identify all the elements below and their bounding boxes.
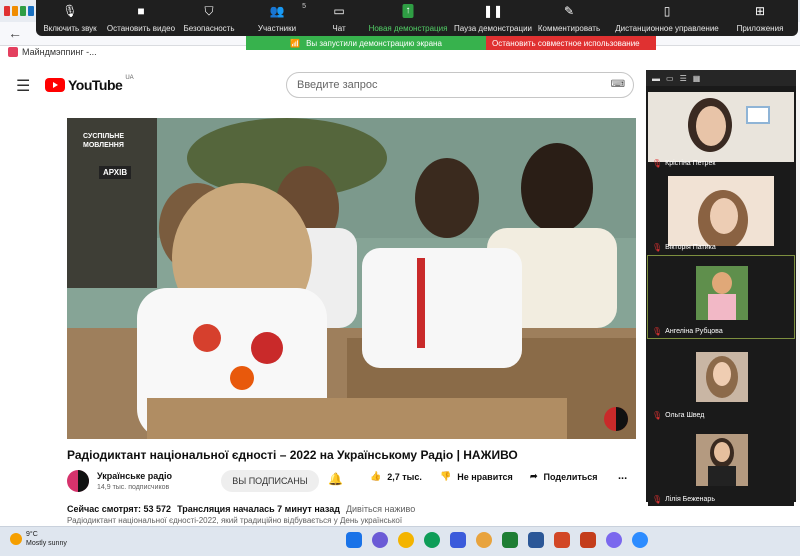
annotate-button[interactable]: ✎ Комментировать xyxy=(534,0,604,36)
apps-icon: ⊞ xyxy=(754,4,766,18)
participant-video xyxy=(696,434,748,486)
instagram-icon xyxy=(8,47,18,57)
mic-muted-icon: 🎙 xyxy=(652,243,663,252)
channel-name[interactable]: Українське радіо xyxy=(97,471,172,481)
pause-icon: ❚❚ xyxy=(482,4,504,18)
mic-muted-icon: 🎙 xyxy=(652,159,663,168)
video-player[interactable]: СУСПІЛЬНЕ МОВЛЕННЯ АРХІВ xyxy=(67,118,636,439)
pause-share-button[interactable]: ❚❚ Пауза демонстрации xyxy=(452,0,534,36)
like-button[interactable]: 👍 2,7 тыс. xyxy=(370,471,422,482)
acrobat-icon[interactable] xyxy=(554,532,570,548)
apps-button[interactable]: ⊞ Приложения xyxy=(730,0,790,36)
participant-tile[interactable]: 🎙 Ольга Швед xyxy=(648,340,794,422)
people-icon: 👥 xyxy=(269,4,285,18)
mic-muted-icon: 🎙 xyxy=(652,327,663,336)
back-arrow-icon[interactable]: ← xyxy=(8,25,22,41)
zoom-meeting-toolbar: 🎙 Включить звук ■ Остановить видео ⛉ Без… xyxy=(36,0,798,36)
chat-icon: ▭ xyxy=(333,4,345,18)
windows-start-icon[interactable] xyxy=(346,532,362,548)
participant-tile[interactable]: 🎙 Вікторія Патика xyxy=(648,172,794,254)
share-arrow-icon: ➦ xyxy=(530,471,538,481)
weather-widget[interactable]: 9°C Mostly sunny xyxy=(10,530,67,548)
store-icon[interactable] xyxy=(450,532,466,548)
security-button[interactable]: ⛉ Безопасность xyxy=(178,0,240,36)
broadcaster-logo: СУСПІЛЬНЕ МОВЛЕННЯ xyxy=(83,133,125,149)
word-icon[interactable] xyxy=(528,532,544,548)
shield-icon: ⛉ xyxy=(204,4,214,18)
video-frame xyxy=(67,118,636,439)
thumbs-up-icon: 👍 xyxy=(370,471,382,481)
mic-off-icon: 🎙 xyxy=(62,4,78,18)
signal-icon: 📶 xyxy=(290,38,301,48)
channel-avatar[interactable] xyxy=(67,470,89,492)
participants-gallery: ▬ ▭ ☰ ▦ 🎙 Крістіна Петрек 🎙 Вікторія Патик… xyxy=(646,70,796,506)
remote-control-button[interactable]: ▯ Дистанционное управление xyxy=(604,0,730,36)
chrome-icon[interactable] xyxy=(398,532,414,548)
bookmark-item[interactable]: Майндмэппинг -... xyxy=(8,47,97,57)
strip-view-icon[interactable]: ☰ xyxy=(680,74,687,83)
participant-tile[interactable]: 🎙 Ангеліна Рубцова xyxy=(647,255,795,339)
subscribed-button[interactable]: ВЫ ПОДПИСАНЫ xyxy=(221,470,319,492)
unmute-button[interactable]: 🎙 Включить звук xyxy=(36,0,104,36)
tab-favicon[interactable] xyxy=(28,6,34,16)
participant-video xyxy=(696,352,748,402)
participant-video xyxy=(696,266,748,320)
powerpoint-icon[interactable] xyxy=(580,532,596,548)
mic-muted-icon: 🎙 xyxy=(652,495,663,504)
subscriber-count: 14,9 тыс. подписчиков xyxy=(97,484,170,491)
video-description[interactable]: Радіодиктант національної єдності-2022, … xyxy=(67,516,402,525)
channel-watermark xyxy=(604,407,628,431)
app-icon[interactable] xyxy=(606,532,622,548)
video-title: Радіодиктант національної єдності – 2022… xyxy=(67,448,518,462)
background-page-edge xyxy=(796,100,800,500)
search-input[interactable]: Введите запрос ⌨ xyxy=(286,72,634,98)
keyboard-icon[interactable]: ⌨ xyxy=(611,79,625,90)
sun-icon xyxy=(10,533,22,545)
minimize-icon[interactable]: ▬ xyxy=(652,74,660,83)
tab-favicon[interactable] xyxy=(12,6,18,16)
pen-icon: ✎ xyxy=(563,4,575,18)
speaker-view-icon[interactable]: ▭ xyxy=(666,74,674,83)
chat-button[interactable]: ▭ Чат xyxy=(314,0,364,36)
thumbs-down-icon: 👎 xyxy=(440,471,452,481)
share-button[interactable]: ➦ Поделиться xyxy=(530,471,598,482)
sharing-status-bar: 📶 Вы запустили демонстрацию экрана xyxy=(246,36,486,50)
chrome-icon[interactable] xyxy=(476,532,492,548)
edge-icon[interactable] xyxy=(424,532,440,548)
participants-button[interactable]: 👥 5 Участники xyxy=(240,0,314,36)
more-options-button[interactable]: ... xyxy=(618,470,627,482)
stop-share-button[interactable]: Остановить совместное использование xyxy=(486,36,656,50)
participant-video xyxy=(648,92,794,162)
youtube-play-icon xyxy=(45,78,65,92)
bell-icon[interactable]: 🔔 xyxy=(328,472,343,486)
mouse-icon: ▯ xyxy=(663,4,671,18)
new-share-button[interactable]: ↑ Новая демонстрация xyxy=(364,0,452,36)
video-camera-icon: ■ xyxy=(137,4,145,18)
participant-video xyxy=(668,176,774,246)
share-screen-icon: ↑ xyxy=(402,4,414,18)
archive-badge: АРХІВ xyxy=(99,166,132,179)
stop-video-button[interactable]: ■ Остановить видео xyxy=(104,0,178,36)
video-stats: Сейчас смотрят: 53 572 Трансляция начала… xyxy=(67,504,416,514)
tab-favicon[interactable] xyxy=(20,6,26,16)
participant-tile[interactable]: 🎙 Крістіна Петрек xyxy=(648,88,794,170)
hamburger-menu-icon[interactable]: ☰ xyxy=(16,76,30,96)
excel-icon[interactable] xyxy=(502,532,518,548)
dislike-button[interactable]: 👎 Не нравится xyxy=(440,471,513,482)
zoom-icon[interactable] xyxy=(632,532,648,548)
tab-favicon[interactable] xyxy=(4,6,10,16)
participant-tile[interactable]: 🎙 Лілія Беженарь xyxy=(648,424,794,506)
chat-app-icon[interactable] xyxy=(372,532,388,548)
youtube-logo[interactable]: YouTube UA xyxy=(45,75,134,93)
gallery-view-icon[interactable]: ▦ xyxy=(693,74,701,83)
mic-muted-icon: 🎙 xyxy=(652,411,663,420)
gallery-toolbar: ▬ ▭ ☰ ▦ xyxy=(646,70,796,86)
